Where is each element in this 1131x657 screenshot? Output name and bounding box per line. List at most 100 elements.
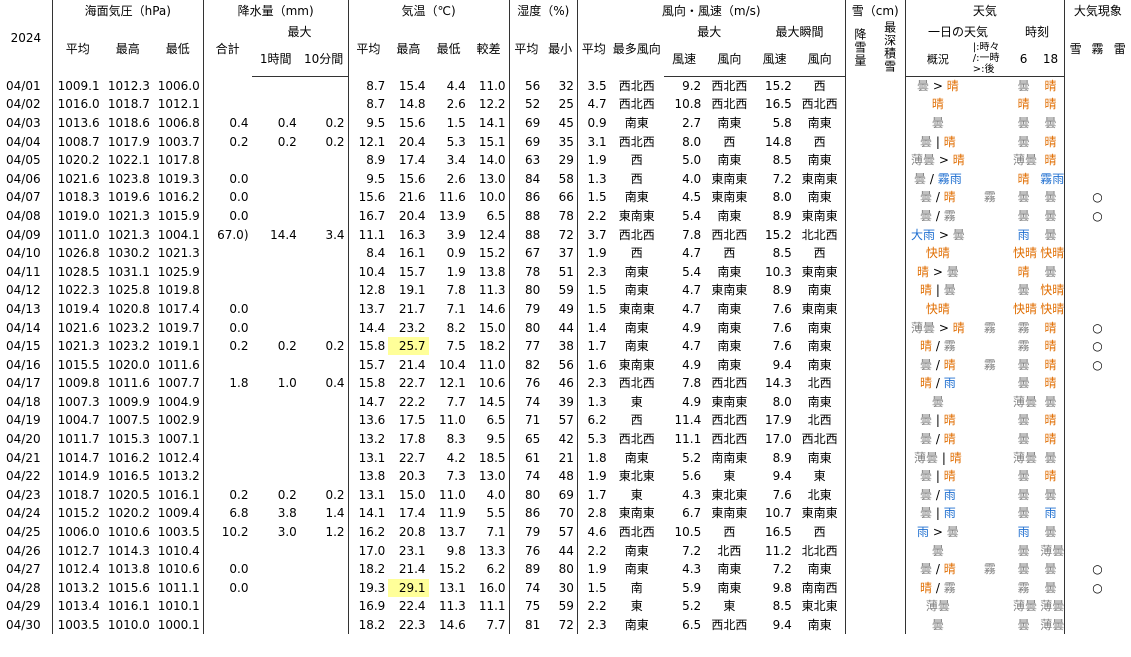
weather-summary-cell: 晴 | 曇 [904,281,970,300]
tr-cell: 9.5 [486,432,506,447]
ws-cell: 4.7 [682,339,702,354]
px-cell: 1023.8 [107,171,150,186]
wa-cell: 2.3 [576,374,610,393]
rt-cell: 0.0 [202,169,252,189]
w18-weather-cell: 曇 [1044,264,1057,279]
date-cell: 04/02 [0,95,53,114]
snowfall-cell [844,392,876,412]
snowdepth-cell [875,411,905,430]
r10-cell [300,76,348,95]
ph-snow-cell [1063,76,1087,96]
ph-fog-cell [1086,300,1108,319]
ph-snow-cell [1063,336,1087,356]
ph-thunder-cell [1109,504,1131,523]
date-cell: 04/01 [0,76,53,96]
snowdepth-cell [875,504,905,523]
tx-cell: 22.7 [398,376,426,391]
weather-phenomena-cell: 霧 [983,320,996,335]
w18-weather-cell: 晴 [1044,432,1057,447]
weather-group-header: 天気 [904,0,1065,21]
ha-cell: 52 [508,95,544,114]
gd-cell: 北北西 [801,227,838,242]
r10-cell [300,467,348,486]
r10-cell: 0.2 [325,487,345,502]
ha-cell: 79 [508,522,544,542]
wa-cell: 1.7 [576,336,610,356]
gd-cell: 南東 [807,320,832,335]
snowdepth-cell [875,262,905,281]
r1-cell: 0.2 [277,134,297,149]
date-cell: 04/24 [0,504,53,523]
weather-phenomena-cell [970,541,1010,560]
w18-weather-cell: 晴 [1044,97,1057,112]
ph-thunder-cell [1109,114,1131,133]
pa-cell: 1012.7 [51,541,103,560]
pa-cell: 1021.6 [51,318,103,337]
p-avg-header: 平均 [51,21,103,76]
snowdepth-cell [875,355,905,374]
pa-cell: 1003.5 [51,615,103,635]
ph-fog-cell [1086,448,1108,467]
rt-cell: 6.8 [202,504,252,523]
weather-summary-cell: 快晴 [904,243,970,263]
weather-summary-cell: 晴 / 雨 [904,374,970,393]
w6-weather-cell: 曇 [1017,283,1030,298]
rt-cell: 0.0 [202,299,252,319]
tx-cell: 16.1 [398,246,426,261]
tr-cell: 15.0 [478,320,506,335]
gs-cell: 15.2 [765,227,792,242]
r10-cell [300,393,348,412]
px-cell: 1015.3 [107,432,150,447]
gs-cell: 14.8 [765,134,792,149]
tn-cell: 15.2 [439,562,466,577]
ph-snow-cell [1063,206,1087,226]
ha-cell: 86 [508,504,544,523]
ph-fog-cell [1086,541,1108,560]
snowdepth-cell [875,151,905,170]
wm-cell: 西 [630,246,643,261]
w6-weather-cell: 曇 [1017,357,1030,372]
ws-cell: 5.9 [682,580,702,595]
w6-weather-cell: 曇 [1017,506,1030,521]
table-row: 04/03 1013.6 1018.6 1006.8 0.4 0.4 0.2 9.5 15.6 1… [0,113,1131,133]
ph-fog-cell [1086,132,1108,151]
gd-cell: 北東 [807,487,832,502]
pn-cell: 1004.1 [157,227,200,242]
tn-cell: 5.3 [446,134,466,149]
date-cell: 04/08 [0,206,53,226]
r1-cell: 3.8 [277,506,297,521]
w18-weather-cell: 快晴 [1040,283,1065,298]
weather-table-body: 04/01 1009.1 1012.3 1006.0 8.7 15.4 4.4 11.0 56 3… [0,76,1131,635]
weather-phenomena-cell [970,393,1010,412]
ha-cell: 78 [508,262,544,282]
weather-summary-cell: 薄曇 | 晴 [904,448,970,467]
tx-cell: 20.3 [398,469,426,484]
tx-cell: 19.1 [398,283,426,298]
tr-cell: 14.5 [478,394,506,409]
table-row: 04/16 1015.5 1020.0 1011.6 15.7 21.4 10.4 11.0 8… [0,355,1131,374]
wd-cell: 西 [723,525,736,540]
ta-cell: 15.7 [347,355,389,374]
wm-cell: 南東 [624,618,649,633]
ha-cell: 81 [508,615,544,635]
r1-cell: 3.0 [277,525,297,540]
wm-cell: 東南東 [618,301,655,316]
rt-cell [202,597,252,616]
ta-cell: 13.1 [347,485,389,505]
ws-cell: 7.8 [682,376,702,391]
hn-cell: 44 [558,320,574,335]
ha-cell: 65 [508,429,544,449]
ta-cell: 13.8 [347,466,389,486]
weather-phenomena-cell [970,411,1010,430]
snowdepth-cell [875,188,905,207]
pn-cell: 1002.9 [157,413,200,428]
pn-cell: 1016.1 [157,487,200,502]
gs-cell: 7.6 [772,320,792,335]
pn-cell: 1010.4 [157,543,200,558]
ws-cell: 5.0 [682,153,702,168]
hn-cell: 69 [558,487,574,502]
wm-cell: 西北西 [618,97,655,112]
ph-snow-cell [1063,281,1087,300]
t6-header: 6 [1010,42,1038,77]
ta-cell: 18.2 [347,615,389,635]
